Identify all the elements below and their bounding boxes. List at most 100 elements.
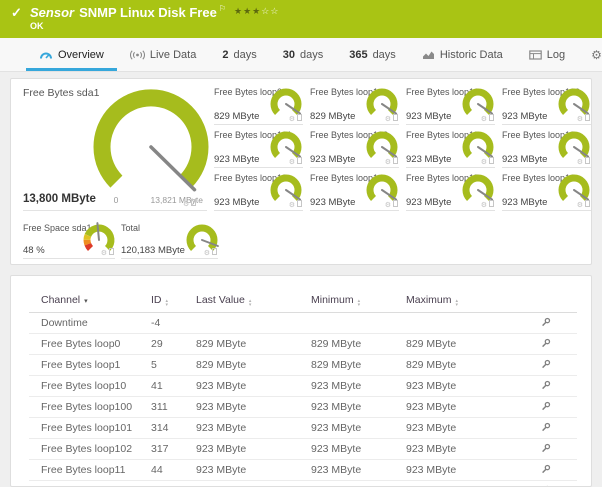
- star-filled-icon[interactable]: ★: [234, 6, 243, 16]
- gauge-pin-icon[interactable]: [585, 157, 590, 164]
- column-header-minimum[interactable]: Minimum ▴ ▾: [311, 288, 406, 313]
- tab-number: 2: [222, 48, 229, 61]
- gauge-settings-icon[interactable]: ⚙: [385, 202, 391, 209]
- gauge-pin-icon[interactable]: [109, 248, 114, 255]
- gauge-settings-icon[interactable]: ⚙: [101, 250, 107, 257]
- mini-gauge-icons: ⚙: [481, 114, 494, 123]
- gauge-settings-icon[interactable]: ⚙: [481, 202, 487, 209]
- sort-down-icon: ▾: [248, 301, 252, 308]
- mini-gauge-icons: ⚙: [385, 157, 398, 166]
- primary-gauge-scale-min: 0: [113, 195, 119, 205]
- gauge-pin-icon[interactable]: [297, 200, 302, 207]
- edit-channel-icon[interactable]: [541, 401, 551, 414]
- cell-id: 44: [151, 459, 196, 481]
- cell-channel: Free Bytes loop12: [29, 480, 151, 486]
- gauge-pin-icon[interactable]: [297, 114, 302, 121]
- star-filled-icon[interactable]: ★: [243, 6, 252, 16]
- gauge-settings-icon[interactable]: ⚙: [481, 159, 487, 166]
- gauge-settings-icon[interactable]: ⚙: [183, 201, 189, 208]
- gauge-settings-icon[interactable]: ⚙: [577, 159, 583, 166]
- cell-last: 923 MByte: [196, 396, 311, 418]
- sort-down-icon: ▾: [455, 301, 459, 308]
- priority-stars[interactable]: ★★★☆☆: [234, 6, 279, 16]
- tab-overview[interactable]: Overview: [26, 38, 117, 71]
- gauge-settings-icon[interactable]: ⚙: [204, 250, 210, 257]
- gauge-pin-icon[interactable]: [393, 157, 398, 164]
- tab-settings[interactable]: ⚙Settings: [578, 38, 602, 71]
- column-header-last-value[interactable]: Last Value ▴ ▾: [196, 288, 311, 313]
- column-header-maximum[interactable]: Maximum ▴ ▾: [406, 288, 541, 313]
- mini-gauge-icons: ⚙: [577, 114, 590, 123]
- tab-historic-data[interactable]: Historic Data: [409, 38, 516, 71]
- gauge-settings-icon[interactable]: ⚙: [577, 202, 583, 209]
- mini-gauge-value: 923 MByte: [406, 197, 452, 208]
- gauge-pin-icon[interactable]: [297, 157, 302, 164]
- tab-30-days[interactable]: 30 days: [270, 38, 337, 71]
- cell-channel: Downtime: [29, 312, 151, 334]
- edit-channel-icon[interactable]: [541, 338, 551, 351]
- gauge-settings-icon[interactable]: ⚙: [577, 116, 583, 123]
- cell-channel: Free Bytes loop101: [29, 417, 151, 439]
- tab-log[interactable]: Log: [516, 38, 578, 71]
- gauge-pin-icon[interactable]: [585, 200, 590, 207]
- tab-live-data[interactable]: Live Data: [117, 38, 209, 71]
- sensor-header: ✓ Sensor SNMP Linux Disk Free ⚐ ★★★☆☆ OK: [0, 0, 602, 38]
- cell-actions: [541, 480, 577, 486]
- gauge-settings-icon[interactable]: ⚙: [481, 116, 487, 123]
- cell-last: 923 MByte: [196, 375, 311, 397]
- mini-gauge-icons: ⚙: [385, 200, 398, 209]
- sort-down-icon: ▾: [165, 301, 169, 308]
- cell-id: 29: [151, 333, 196, 355]
- gauge-pin-icon[interactable]: [489, 157, 494, 164]
- star-empty-icon[interactable]: ☆: [261, 6, 270, 16]
- table-row: Free Bytes loop1 5 829 MByte 829 MByte 829 M…: [29, 354, 577, 376]
- mini-gauge-cell: Free Bytes loop100 923 MByte ⚙: [502, 85, 591, 125]
- gauge-pin-icon[interactable]: [191, 199, 197, 206]
- signal-icon: [129, 49, 145, 60]
- status-badge: OK: [30, 21, 44, 31]
- edit-channel-icon[interactable]: [541, 359, 551, 372]
- column-header-channel[interactable]: Channel ▾: [29, 288, 151, 313]
- mini-gauge-cell: Free Bytes loop0 829 MByte ⚙: [214, 85, 303, 125]
- edit-channel-icon[interactable]: [541, 443, 551, 456]
- cell-last: [196, 312, 311, 334]
- gauge-pin-icon[interactable]: [393, 114, 398, 121]
- table-row: Free Bytes loop10 41 923 MByte 923 MByte 923…: [29, 375, 577, 397]
- cell-actions: [541, 438, 577, 460]
- gauge-pin-icon[interactable]: [585, 114, 590, 121]
- mini-gauge-value: 923 MByte: [310, 154, 356, 165]
- tab-365-days[interactable]: 365 days: [336, 38, 409, 71]
- page-title[interactable]: SNMP Linux Disk Free: [79, 5, 217, 20]
- star-empty-icon[interactable]: ☆: [270, 6, 279, 16]
- edit-channel-icon[interactable]: [541, 380, 551, 393]
- gauge-pin-icon[interactable]: [489, 114, 494, 121]
- mini-gauge-value: 923 MByte: [406, 111, 452, 122]
- divider: [23, 210, 207, 211]
- gauge-settings-icon[interactable]: ⚙: [385, 159, 391, 166]
- cell-min: 923 MByte: [311, 417, 406, 439]
- edit-channel-icon[interactable]: [541, 317, 551, 330]
- gauge-settings-icon[interactable]: ⚙: [289, 116, 295, 123]
- tab-2-days[interactable]: 2 days: [209, 38, 269, 71]
- gauge-settings-icon[interactable]: ⚙: [289, 159, 295, 166]
- tab-label: days: [233, 48, 257, 61]
- bottom-gauge-value: 120,183 MByte: [121, 245, 185, 256]
- edit-channel-icon[interactable]: [541, 464, 551, 477]
- flag-icon[interactable]: ⚐: [219, 4, 226, 13]
- mini-gauge-icons: ⚙: [481, 200, 494, 209]
- cell-last: 923 MByte: [196, 459, 311, 481]
- sensor-title-line: Sensor SNMP Linux Disk Free ⚐ ★★★☆☆: [30, 4, 279, 20]
- star-filled-icon[interactable]: ★: [252, 6, 261, 16]
- gauge-settings-icon[interactable]: ⚙: [385, 116, 391, 123]
- gauge-pin-icon[interactable]: [212, 248, 217, 255]
- gauge-pin-icon[interactable]: [489, 200, 494, 207]
- cell-min: 829 MByte: [311, 354, 406, 376]
- table-row: Downtime -4: [29, 312, 577, 334]
- gauge-settings-icon[interactable]: ⚙: [289, 202, 295, 209]
- edit-channel-icon[interactable]: [541, 422, 551, 435]
- gauge-pin-icon[interactable]: [393, 200, 398, 207]
- column-header-id[interactable]: ID ▴ ▾: [151, 288, 196, 313]
- mini-gauge-cell: Free Bytes loop10 923 MByte ⚙: [406, 85, 495, 125]
- primary-gauge-title: Free Bytes sda1: [23, 87, 100, 99]
- cell-max: 829 MByte: [406, 333, 541, 355]
